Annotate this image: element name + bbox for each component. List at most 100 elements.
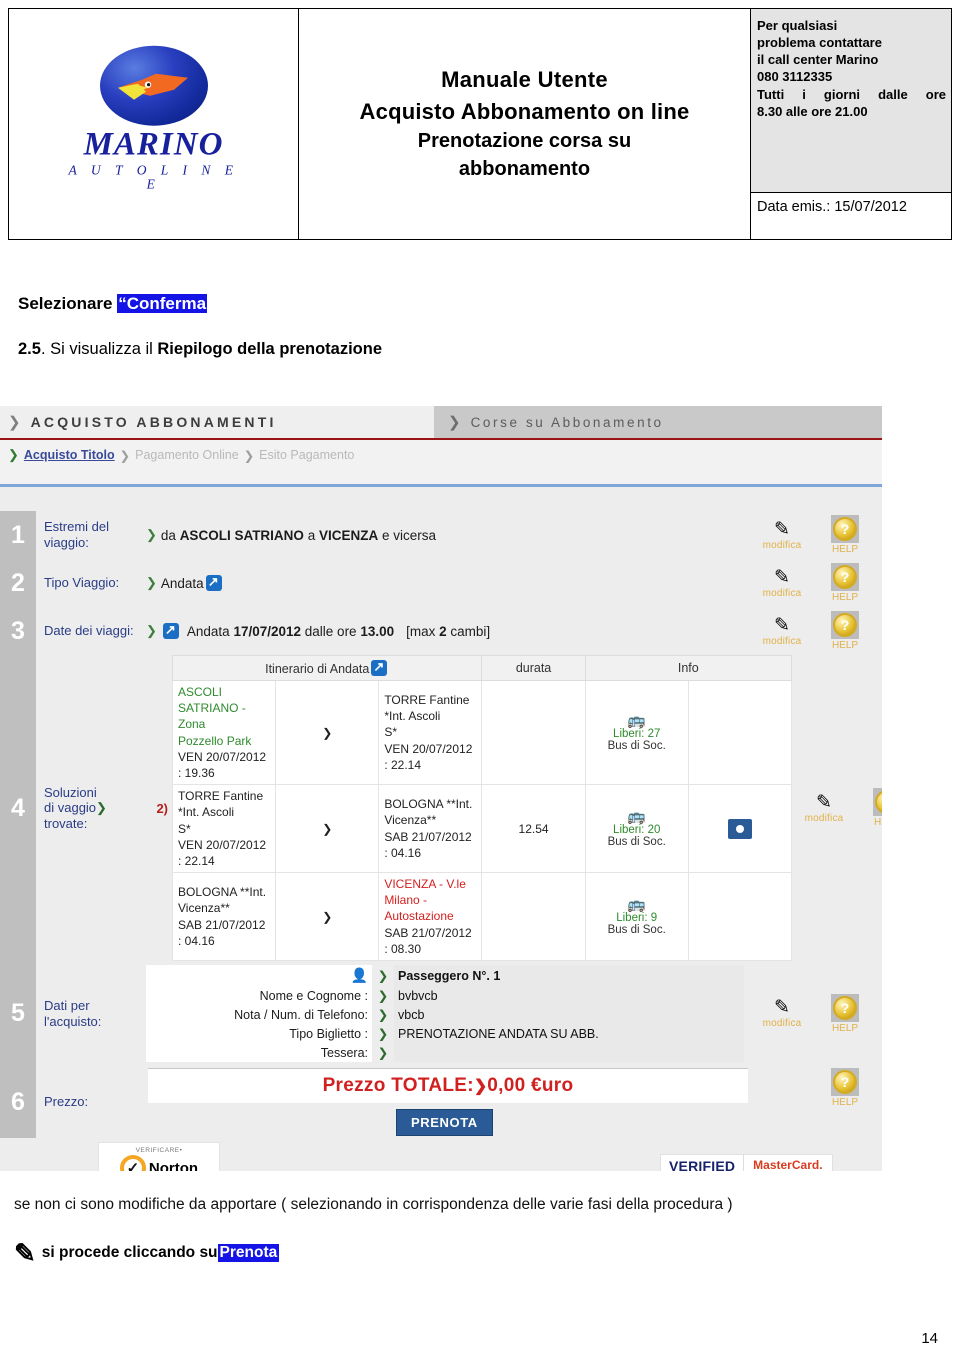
app-footer: VERIFICARE• ✓ Norton SECURED powered by …: [0, 1138, 882, 1171]
price-box: Prezzo TOTALE: ❯ 0,00 €uro: [148, 1069, 748, 1103]
modifica-button-4[interactable]: ✎ modifica: [800, 793, 848, 824]
step-3-number: 3: [0, 607, 36, 655]
step-3-actions: ✎ modifica ? HELP: [750, 607, 882, 655]
breadcrumb-item-pagamento-online[interactable]: Pagamento Online: [135, 448, 239, 462]
changes-open: [max: [406, 623, 440, 639]
step-5-body: 👤 ❯ Passeggero N°. 1 Nome e Cognome : ❯ …: [142, 961, 750, 1066]
step-text-bold: Riepilogo della prenotazione: [157, 340, 382, 358]
norton-name: Norton: [148, 1159, 199, 1172]
logo-cell: MARINO A U T O L I N E E: [9, 9, 299, 239]
modifica-button-5[interactable]: ✎ modifica: [758, 998, 806, 1029]
help-label: HELP: [831, 544, 859, 555]
passenger-icon-cell: 👤: [146, 965, 372, 986]
step-2-actions: ✎ modifica ? HELP: [750, 559, 882, 607]
modifica-button-1[interactable]: ✎ modifica: [758, 520, 806, 551]
document-title-cell: Manuale Utente Acquisto Abbonamento on l…: [299, 9, 751, 239]
help-button-2[interactable]: ? HELP: [822, 563, 868, 603]
modifica-button-2[interactable]: ✎ modifica: [758, 568, 806, 599]
chevron-right-icon: ❯: [8, 414, 21, 431]
help-button-1[interactable]: ? HELP: [822, 515, 868, 555]
app-screenshot: ❯ ACQUISTO ABBONAMENTI ❯ Corse su Abbona…: [0, 406, 882, 1171]
checkmark-icon: ✓: [119, 1155, 146, 1171]
verified-by-visa-badge: VERIFIED by VISA: [661, 1155, 745, 1171]
topbar-main-section[interactable]: ❯ ACQUISTO ABBONAMENTI: [0, 406, 434, 438]
field-label-nota: Nota / Num. di Telefono:: [146, 1005, 372, 1024]
visa-line-1: VERIFIED: [669, 1158, 736, 1171]
price-total-label: Prezzo TOTALE:: [322, 1075, 474, 1096]
help-badge: ?: [831, 563, 859, 591]
step-5-label-l1: Dati per: [44, 997, 90, 1013]
bottom-line-2-prefix: si procede cliccando su: [41, 1244, 218, 1261]
chevron-right-icon: ❯: [243, 448, 255, 463]
chevron-right-icon: ❯: [377, 1027, 389, 1041]
question-mark-icon: ?: [833, 995, 857, 1020]
step-text-before: . Si visualizza il: [40, 340, 158, 358]
passenger-field-row: Tessera: ❯: [146, 1043, 744, 1062]
leg-2-bus: Bus di Soc.: [607, 836, 666, 849]
question-mark-icon: ?: [875, 790, 882, 814]
modifica-button-3[interactable]: ✎ modifica: [758, 616, 806, 647]
solution-selected-radio[interactable]: [727, 818, 752, 839]
chevron-right-icon: ❯: [377, 1046, 389, 1060]
help-button-3[interactable]: ? HELP: [822, 611, 868, 651]
breadcrumb-item-acquisto-titolo[interactable]: Acquisto Titolo: [24, 448, 115, 462]
leg-2-info: 🚌 Liberi: 20 Bus di Soc.: [584, 784, 689, 874]
breadcrumb-item-esito-pagamento[interactable]: Esito Pagamento: [259, 448, 354, 462]
step-5-actions: ✎ modifica ? HELP: [750, 961, 882, 1066]
bus-icon: 🚌: [627, 712, 647, 730]
help-badge: ?: [831, 1068, 859, 1096]
pencil-edit-icon: ✎: [774, 518, 790, 540]
logo-brand-text: MARINO: [83, 126, 224, 163]
step-2-value: Andata: [160, 575, 204, 591]
question-mark-icon: ?: [833, 613, 857, 637]
step-1-actions: ✎ modifica ? HELP: [750, 511, 882, 559]
chevron-right-icon: ❯: [377, 989, 389, 1003]
leg-1-info: 🚌 Liberi: 27 Bus di Soc.: [584, 679, 689, 786]
leg-3-to: VICENZA - V.le Milano - Autostazione SAB…: [378, 872, 483, 961]
leg-2-durata: 12.54: [481, 784, 586, 874]
topbar-secondary-section[interactable]: ❯ Corse su Abbonamento: [434, 406, 882, 438]
payment-badges: VERIFIED by VISA MasterCard. SecureCode.: [660, 1154, 833, 1171]
step-number: 2.5: [18, 340, 41, 358]
leg-1-from: ASCOLI SATRIANO - Zona Pozzello Park VEN…: [171, 679, 277, 786]
leg-3-bus: Bus di Soc.: [607, 924, 666, 937]
passenger-field-row: Nota / Num. di Telefono: ❯ vbcb: [146, 1005, 744, 1024]
field-value-tessera: [394, 1043, 744, 1062]
leg-1-bus: Bus di Soc.: [607, 740, 666, 753]
document-header: MARINO A U T O L I N E E Manuale Utente …: [8, 8, 952, 240]
question-mark-icon: ?: [833, 1070, 857, 1094]
marino-logo: MARINO A U T O L I N E E: [64, 45, 244, 191]
step-2-number: 2: [0, 559, 36, 607]
chevron-right-icon: ❯: [377, 969, 389, 983]
step-row-6: 6 Prezzo: Prezzo TOTALE: ❯ 0,00 €uro PRENO…: [0, 1066, 882, 1138]
help-button-5[interactable]: ? HELP: [822, 993, 868, 1034]
title-line-3: Prenotazione corsa su: [417, 129, 632, 152]
help-badge: ?: [831, 515, 859, 543]
prenota-button[interactable]: PRENOTA: [396, 1109, 493, 1136]
step-6-actions: ? HELP: [750, 1066, 882, 1138]
modifica-label: modifica: [804, 812, 844, 824]
pencil-edit-icon: ✎: [774, 997, 790, 1018]
contact-line-3: il call center Marino: [757, 52, 879, 68]
help-button-4[interactable]: ? HELP: [864, 788, 882, 828]
chevron-right-icon: ❯: [275, 679, 380, 786]
step-3-value: Andata 17/07/2012 dalle ore 13.00 [max 2 …: [187, 624, 490, 639]
field-label-nome: Nome e Cognome :: [146, 986, 372, 1005]
leg-2-to: BOLOGNA **Int. Vicenza** SAB 21/07/2012 …: [378, 784, 483, 874]
trip-suffix: e vicersa: [378, 527, 436, 543]
bottom-line-2-highlight: Prenota: [217, 1244, 280, 1262]
step-row-3: 3 Date dei viaggi: ❯ Andata 17/07/2012 d…: [0, 607, 882, 655]
bottom-instruction-line-1: se non ci sono modifiche da apportare ( …: [14, 1196, 733, 1213]
travel-hour: 13.00: [360, 623, 395, 639]
help-button-6[interactable]: ? HELP: [822, 1068, 868, 1108]
passenger-header-row: 👤 ❯ Passeggero N°. 1: [146, 965, 744, 986]
step-4-label: Soluzioni di vaggio❯ trovate:: [36, 655, 142, 961]
leg-3-select-cell: [687, 872, 793, 961]
chevron-right-icon: ❯: [8, 447, 19, 462]
instruction-select: Selezionare “Conferma: [18, 294, 208, 314]
page-number: 14: [921, 1330, 938, 1347]
field-label-tessera: Tessera:: [146, 1043, 372, 1062]
instruction-select-highlight: “Conferma: [117, 294, 208, 313]
leg-2-liberi: Liberi: 20: [613, 824, 661, 837]
step-2-label: Tipo Viaggio:: [36, 559, 142, 607]
